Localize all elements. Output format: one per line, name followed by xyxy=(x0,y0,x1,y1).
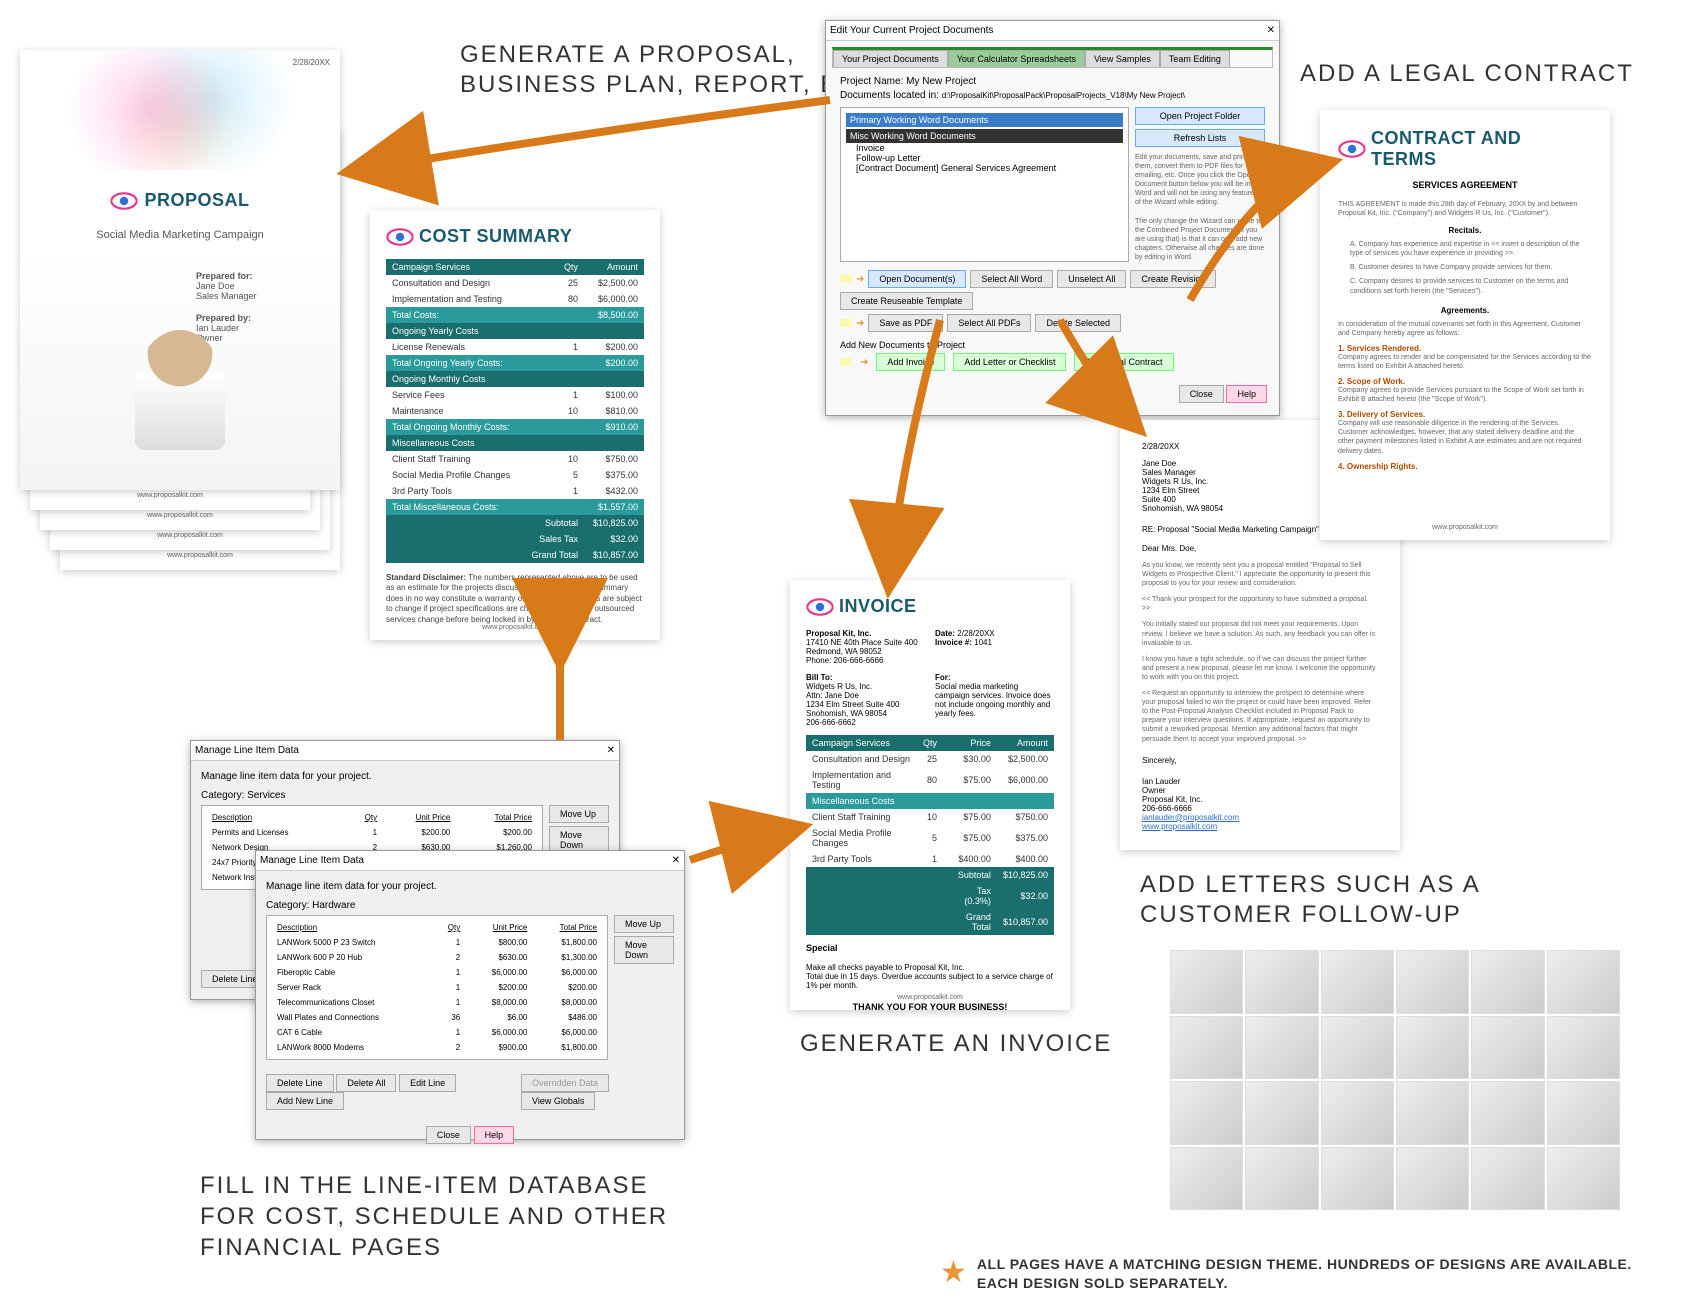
prepared-by-label: Prepared by: xyxy=(196,313,340,323)
label-add-contract: ADD A LEGAL CONTRACT xyxy=(1300,60,1634,88)
select-pdf-button[interactable]: Select All PDFs xyxy=(947,314,1031,332)
edit-line-button[interactable]: Edit Line xyxy=(399,1074,456,1092)
label-generate-invoice: GENERATE AN INVOICE xyxy=(800,1030,1112,1058)
contract-title: CONTRACT AND TERMS xyxy=(1371,128,1592,170)
prepared-for-name: Jane Doe xyxy=(196,281,340,291)
close-icon[interactable]: ✕ xyxy=(1267,25,1275,36)
eye-icon xyxy=(110,191,138,211)
override-button[interactable]: Overridden Data xyxy=(521,1074,609,1092)
add-new-label: Add New Documents to Project xyxy=(840,340,1265,350)
delete-line-button[interactable]: Delete Line xyxy=(266,1074,334,1092)
invoice-table: Campaign ServicesQtyPriceAmount Consulta… xyxy=(806,735,1054,935)
add-invoice-button[interactable]: Add Invoice xyxy=(876,353,945,371)
star-icon: ★ xyxy=(940,1255,967,1290)
close-button[interactable]: Close xyxy=(426,1126,471,1144)
lineitem-dialog-2: Manage Line Item Data✕ Manage line item … xyxy=(255,850,685,1140)
dialog-title: Edit Your Current Project Documents xyxy=(830,25,993,36)
cover-date: 2/28/20XX xyxy=(293,58,330,67)
proposal-cover: 2/28/20XX PROPOSAL Social Media Marketin… xyxy=(20,50,340,490)
label-add-letters: ADD LETTERS SUCH AS A CUSTOMER FOLLOW-UP xyxy=(1140,870,1520,930)
prepared-by-title: Owner xyxy=(196,333,340,343)
eye-icon xyxy=(806,597,834,617)
add-line-button[interactable]: Add New Line xyxy=(266,1092,344,1110)
moveup-button[interactable]: Move Up xyxy=(614,915,674,933)
designs-collage xyxy=(1170,950,1620,1210)
cost-summary-footer: www.proposalkit.com xyxy=(386,623,644,632)
document-tree[interactable]: Primary Working Word Documents Misc Work… xyxy=(840,107,1129,262)
save-pdf-button[interactable]: Save as PDF xyxy=(868,314,943,332)
project-name-label: Project Name: xyxy=(840,76,903,87)
dialog-help-text: Edit your documents, save and print them… xyxy=(1135,153,1265,262)
proposal-logo-row: PROPOSAL xyxy=(20,190,340,211)
delete-selected-button[interactable]: Delete Selected xyxy=(1035,314,1121,332)
lineitem-grid-2[interactable]: DescriptionQtyUnit PriceTotal Price LANW… xyxy=(266,915,608,1060)
prepared-for-title: Sales Manager xyxy=(196,291,340,301)
label-fill-lineitems: FILL IN THE LINE-ITEM DATABASE FOR COST,… xyxy=(200,1170,700,1264)
open-folder-button[interactable]: Open Project Folder xyxy=(1135,107,1265,125)
reusable-template-button[interactable]: Create Reuseable Template xyxy=(840,292,973,310)
tab-samples[interactable]: View Samples xyxy=(1085,50,1160,67)
add-legal-button[interactable]: Add Legal Contract xyxy=(1074,353,1173,371)
tab-calc[interactable]: Your Calculator Spreadsheets xyxy=(948,50,1085,67)
invoice-terms: Make all checks payable to Proposal Kit,… xyxy=(806,963,1054,990)
prepared-by-name: Ian Lauder xyxy=(196,323,340,333)
tab-team[interactable]: Team Editing xyxy=(1160,50,1230,67)
help-button[interactable]: Help xyxy=(474,1126,515,1144)
invoice-doc: INVOICE Proposal Kit, Inc. 17410 NE 40th… xyxy=(790,580,1070,1010)
invoice-thanks: THANK YOU FOR YOUR BUSINESS! xyxy=(806,1002,1054,1012)
person-illustration xyxy=(135,330,225,450)
tab-project-docs[interactable]: Your Project Documents xyxy=(833,50,948,67)
proposal-brand: PROPOSAL xyxy=(144,190,249,211)
eye-icon xyxy=(1338,139,1366,159)
prepared-for-label: Prepared for: xyxy=(196,271,340,281)
invoice-title: INVOICE xyxy=(839,596,917,617)
cost-summary-table: Campaign ServicesQtyAmount Consultation … xyxy=(386,259,644,563)
disclaimer-label: Standard Disclaimer: xyxy=(386,573,466,582)
footnote-row: ★ ALL PAGES HAVE A MATCHING DESIGN THEME… xyxy=(940,1255,1657,1293)
docs-location-label: Documents located in: xyxy=(840,90,939,101)
delete-all-button[interactable]: Delete All xyxy=(336,1074,396,1092)
contract-doc: CONTRACT AND TERMS SERVICES AGREEMENT TH… xyxy=(1320,110,1610,540)
select-word-button[interactable]: Select All Word xyxy=(970,270,1053,288)
create-revision-button[interactable]: Create Revision xyxy=(1130,270,1216,288)
proposal-title: Social Media Marketing Campaign xyxy=(20,229,340,241)
project-name-value: My New Project xyxy=(906,76,976,87)
edit-project-dialog: Edit Your Current Project Documents ✕ Yo… xyxy=(825,20,1280,416)
close-button[interactable]: Close xyxy=(1179,385,1224,403)
globals-button[interactable]: View Globals xyxy=(521,1092,595,1110)
close-icon[interactable]: ✕ xyxy=(672,855,680,866)
cost-summary-title: COST SUMMARY xyxy=(419,226,572,247)
refresh-button[interactable]: Refresh Lists xyxy=(1135,129,1265,147)
docs-location-value: d:\ProposalKit\ProposalPack\ProposalProj… xyxy=(942,91,1185,100)
moveup-button[interactable]: Move Up xyxy=(549,805,609,823)
movedown-button[interactable]: Move Down xyxy=(614,936,674,964)
close-icon[interactable]: ✕ xyxy=(607,745,615,756)
add-letter-button[interactable]: Add Letter or Checklist xyxy=(953,353,1066,371)
eye-icon xyxy=(386,227,414,247)
help-button[interactable]: Help xyxy=(1226,385,1267,403)
cost-summary-doc: COST SUMMARY Campaign ServicesQtyAmount … xyxy=(370,210,660,640)
unselect-button[interactable]: Unselect All xyxy=(1057,270,1126,288)
open-docs-button[interactable]: Open Document(s) xyxy=(868,270,966,288)
cover-art xyxy=(20,50,340,170)
footnote-text: ALL PAGES HAVE A MATCHING DESIGN THEME. … xyxy=(977,1255,1657,1293)
